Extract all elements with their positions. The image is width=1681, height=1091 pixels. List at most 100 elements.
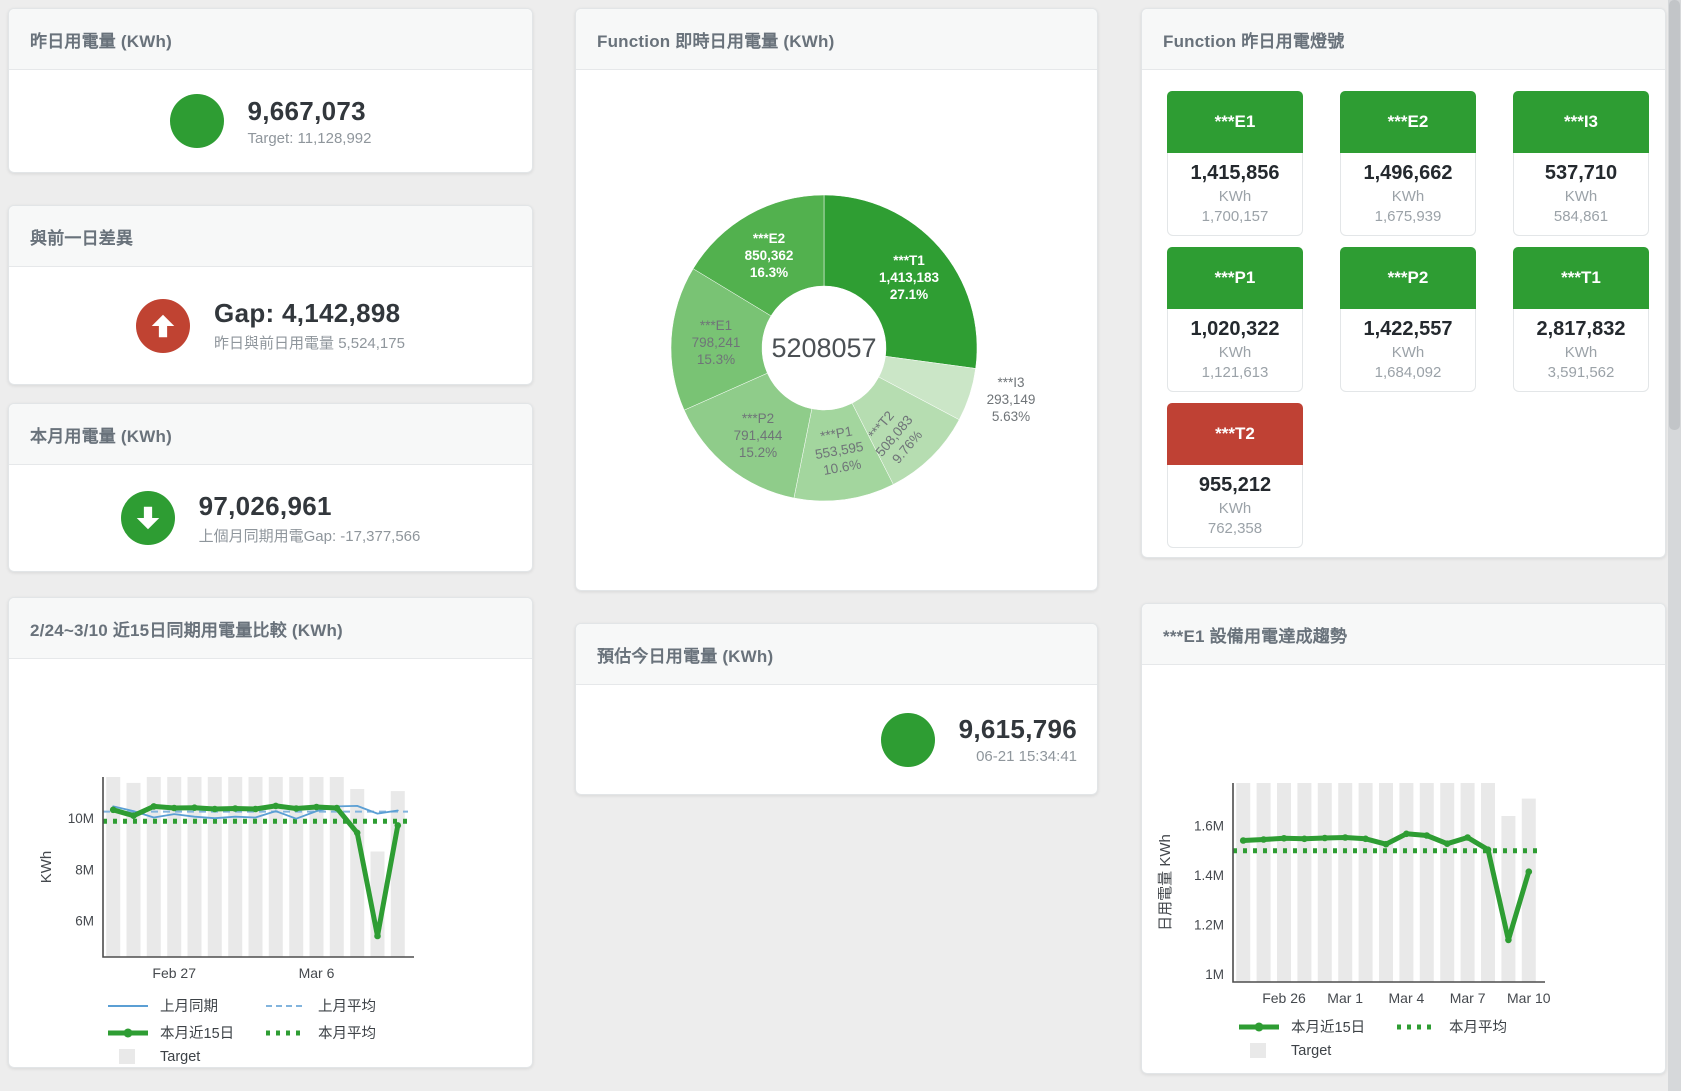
card-realtime-title: Function 即時日用電量 (KWh) [576, 9, 1097, 70]
light-tile-P1: ***P11,020,322KWh1,121,613 [1167, 247, 1303, 392]
target-bar [391, 791, 405, 957]
data-point [232, 805, 239, 812]
target-bar [1420, 783, 1434, 982]
y-tick-label: 6M [75, 914, 94, 929]
data-point [191, 804, 198, 811]
svg-text:***I3293,1495.63%: ***I3293,1495.63% [987, 375, 1036, 424]
legend-swatch-square-gray [106, 1049, 150, 1065]
tile-value: 537,710 [1514, 162, 1648, 185]
card-estimate-today: 預估今日用電量 (KWh) 9,615,796 06-21 15:34:41 [575, 623, 1098, 795]
trend-chart-legend: 本月近15日 本月平均 Target [1237, 1016, 1665, 1059]
legend-label: 上月同期 [160, 995, 218, 1016]
card-yesterday-usage: 昨日用電量 (KWh) 9,667,073 Target: 11,128,992 [8, 8, 533, 173]
x-tick-label: Mar 6 [299, 965, 335, 981]
tile-unit: KWh [1168, 500, 1302, 517]
tile-target-value: 3,591,562 [1514, 364, 1648, 381]
tile-value: 2,817,832 [1514, 318, 1648, 341]
x-tick-label: Mar 1 [1327, 990, 1363, 1006]
legend-item: Target [106, 1049, 264, 1065]
tile-value: 1,422,557 [1341, 318, 1475, 341]
gap-subtext: 昨日與前日用電量 5,524,175 [214, 332, 405, 353]
scrollbar-thumb[interactable] [1669, 0, 1680, 430]
card-title-text: 本月用電量 (KWh) [30, 422, 172, 447]
legend-item: Target [1237, 1043, 1395, 1059]
target-bar [289, 777, 303, 957]
target-bar [1318, 783, 1332, 982]
status-circle-icon [170, 94, 224, 148]
tile-header: ***T2 [1167, 403, 1303, 465]
card-title-text: 預估今日用電量 (KWh) [597, 642, 773, 667]
legend-swatch-line-blue [106, 998, 150, 1014]
card-gap-body: Gap: 4,142,898 昨日與前日用電量 5,524,175 [9, 267, 532, 384]
data-point [313, 804, 320, 811]
data-point [1485, 846, 1492, 853]
legend-item: 本月近15日 [1237, 1016, 1395, 1037]
data-point [395, 822, 402, 829]
data-point [374, 933, 381, 940]
data-point [1505, 937, 1512, 944]
x-tick-label: Mar 4 [1389, 990, 1425, 1006]
donut-chart-svg: ***T11,413,18327.1%***I3293,1495.63%***T… [576, 70, 1097, 591]
card-trend-title: ***E1 設備用電達成趨勢 [1142, 604, 1665, 665]
tile-unit: KWh [1341, 188, 1475, 205]
card-lights: Function 昨日用電燈號 ***E11,415,856KWh1,700,1… [1141, 8, 1666, 558]
card-title-text: Function 即時日用電量 (KWh) [597, 27, 834, 52]
data-point [130, 812, 137, 819]
tile-target-value: 762,358 [1168, 520, 1302, 537]
yesterday-value: 9,667,073 [248, 96, 372, 127]
target-bar [167, 777, 181, 957]
target-bar [1399, 783, 1413, 982]
legend-swatch-dot-green [264, 1025, 308, 1041]
target-bar [1338, 783, 1352, 982]
tile-header: ***E2 [1340, 91, 1476, 153]
card-gap-title: 與前一日差異 [9, 206, 532, 267]
tile-target-value: 1,700,157 [1168, 208, 1302, 225]
legend-label: 本月平均 [318, 1022, 376, 1043]
target-bar [1359, 783, 1373, 982]
card-realtime-donut: Function 即時日用電量 (KWh) ***T11,413,18327.1… [575, 8, 1098, 591]
card-title-text: ***E1 設備用電達成趨勢 [1163, 622, 1347, 647]
data-point [334, 805, 341, 812]
legend-label: 本月平均 [1449, 1016, 1507, 1037]
y-tick-label: 1M [1205, 967, 1224, 982]
legend-item: 本月近15日 [106, 1022, 264, 1043]
tile-target-value: 1,121,613 [1168, 364, 1302, 381]
card-title-text: 與前一日差異 [30, 224, 133, 249]
tile-header: ***I3 [1513, 91, 1649, 153]
card-estimate-title: 預估今日用電量 (KWh) [576, 624, 1097, 685]
card-compare-title: 2/24~3/10 近15日同期用電量比較 (KWh) [9, 598, 532, 659]
dashboard-page: 昨日用電量 (KWh) 9,667,073 Target: 11,128,992… [0, 0, 1681, 1091]
legend-item: 本月平均 [1395, 1016, 1665, 1037]
tile-target-value: 1,684,092 [1341, 364, 1475, 381]
x-tick-label: Mar 7 [1450, 990, 1486, 1006]
target-bar [350, 789, 364, 957]
y-tick-label: 1.6M [1194, 818, 1224, 833]
x-tick-label: Feb 26 [1262, 990, 1306, 1006]
yesterday-target-text: Target: 11,128,992 [248, 130, 372, 147]
data-point [1301, 836, 1308, 843]
data-point [1362, 836, 1369, 843]
legend-swatch-thick-green [106, 1025, 150, 1041]
lights-grid: ***E11,415,856KWh1,700,157***E21,496,662… [1142, 70, 1665, 569]
y-axis-label: KWh [38, 851, 55, 884]
donut-center-total: 5208057 [771, 333, 876, 363]
data-point [171, 805, 178, 812]
vertical-scrollbar[interactable] [1668, 0, 1681, 1091]
data-point [110, 807, 117, 814]
legend-item: 上月平均 [264, 995, 532, 1016]
target-bar [1257, 783, 1271, 982]
data-point [1240, 837, 1247, 844]
legend-label: 上月平均 [318, 995, 376, 1016]
tile-unit: KWh [1168, 188, 1302, 205]
tile-unit: KWh [1168, 344, 1302, 361]
data-point [252, 806, 259, 813]
light-tile-E1: ***E11,415,856KWh1,700,157 [1167, 91, 1303, 236]
light-tile-T1: ***T12,817,832KWh3,591,562 [1513, 247, 1649, 392]
data-point [354, 830, 361, 837]
card-yesterday-body: 9,667,073 Target: 11,128,992 [9, 70, 532, 172]
target-bar [1277, 783, 1291, 982]
y-tick-label: 10M [68, 811, 94, 826]
card-trend-chart: ***E1 設備用電達成趨勢 1M1.2M1.4M1.6MFeb 26Mar 1… [1141, 603, 1666, 1074]
tile-value: 955,212 [1168, 474, 1302, 497]
gap-value: Gap: 4,142,898 [214, 298, 405, 329]
